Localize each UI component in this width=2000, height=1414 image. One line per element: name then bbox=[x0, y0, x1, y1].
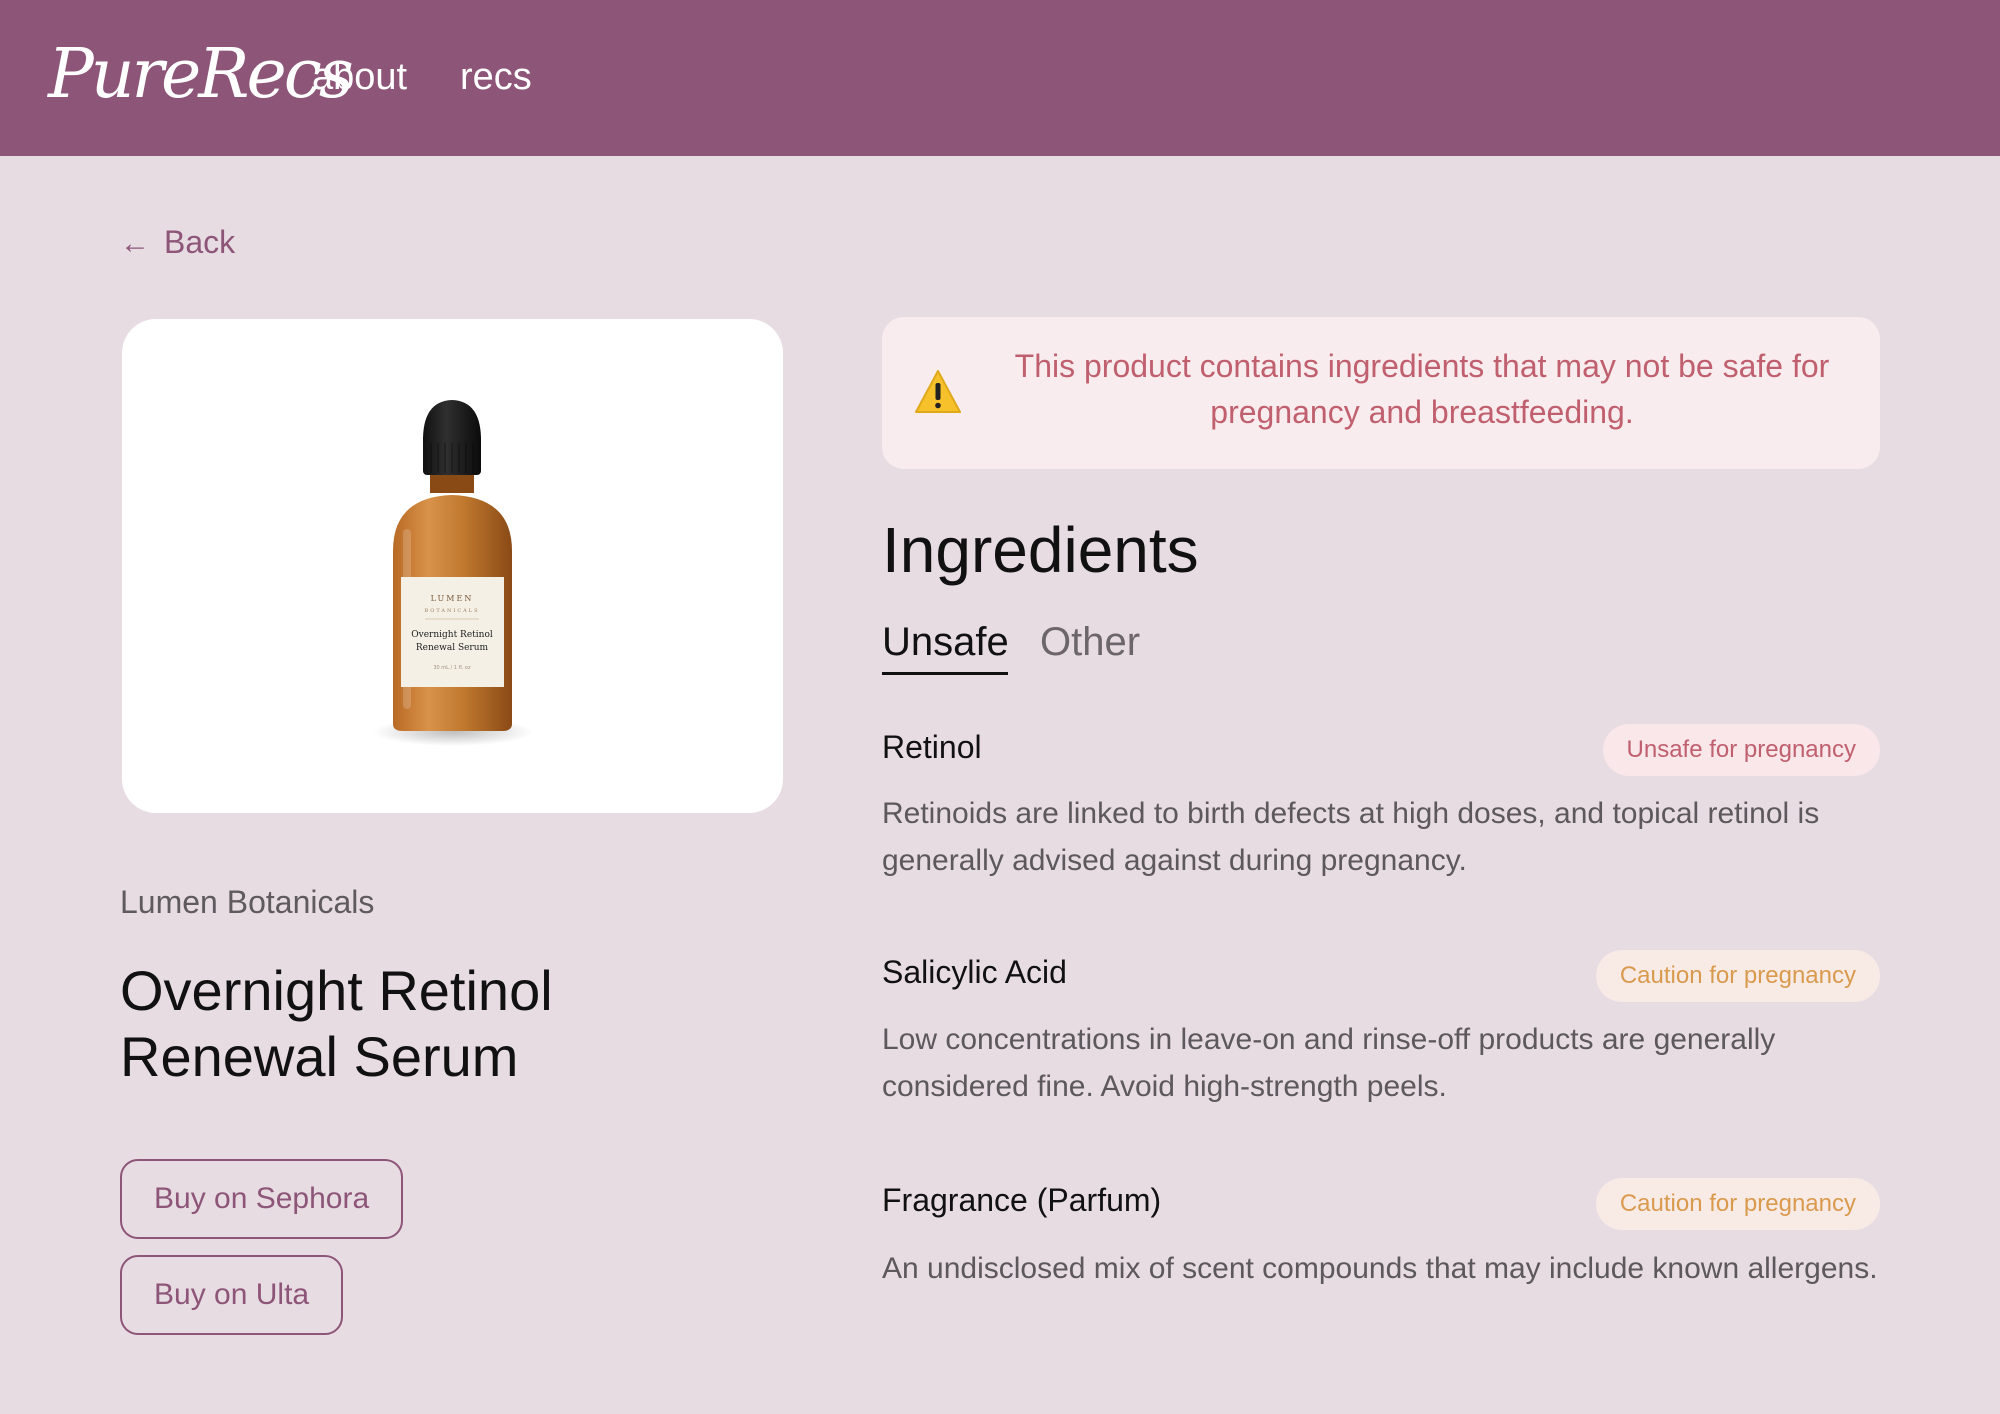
warning-text: This product contains ingredients that m… bbox=[1014, 348, 1830, 430]
nav-link-recs[interactable]: recs bbox=[460, 50, 532, 104]
status-badge-caution: Caution for pregnancy bbox=[1595, 1178, 1880, 1230]
ingredient-name-salicylic-acid: Salicylic Acid bbox=[882, 954, 1067, 990]
ingredient-name-fragrance: Fragrance (Parfum) bbox=[882, 1182, 1162, 1218]
tab-unsafe[interactable]: Unsafe bbox=[882, 612, 1009, 672]
logo[interactable]: PureRecs bbox=[48, 30, 354, 120]
status-badge-caution: Caution for pregnancy bbox=[1595, 950, 1880, 1002]
product-title: Overnight Retinol Renewal Serum bbox=[120, 959, 553, 1088]
label-name-line1: Overnight Retinol bbox=[411, 630, 493, 640]
ingredient-description-salicylic-acid: Low concentrations in leave-on and rinse… bbox=[882, 1023, 1776, 1103]
warning-icon bbox=[915, 370, 961, 413]
label-size: 30 mL / 1 fl. oz bbox=[433, 665, 471, 671]
back-link-label: Back bbox=[164, 224, 236, 260]
back-arrow-icon: ← bbox=[120, 227, 150, 260]
ingredients-heading: Ingredients bbox=[882, 514, 1199, 586]
nav-link-about[interactable]: about bbox=[312, 50, 407, 104]
ingredient-description-fragrance: An undisclosed mix of scent compounds th… bbox=[882, 1252, 1878, 1285]
label-brand-line2: BOTANICALS bbox=[424, 608, 479, 614]
product-image: LUMEN BOTANICALS Overnight Retinol Renew… bbox=[373, 400, 533, 746]
product-brand: Lumen Botanicals bbox=[120, 884, 375, 920]
ingredient-name-retinol: Retinol bbox=[882, 729, 982, 765]
top-navigation-bar: PureRecs about recs bbox=[0, 0, 2000, 156]
active-tab-indicator bbox=[882, 672, 1008, 675]
label-brand-line1: LUMEN bbox=[431, 594, 474, 603]
status-badge-unsafe: Unsafe for pregnancy bbox=[1602, 724, 1880, 776]
pregnancy-warning-banner: This product contains ingredients that m… bbox=[882, 317, 1880, 469]
product-image-card: LUMEN BOTANICALS Overnight Retinol Renew… bbox=[122, 319, 783, 813]
label-name-line2: Renewal Serum bbox=[416, 643, 489, 653]
buy-on-sephora-button[interactable]: Buy on Sephora bbox=[120, 1159, 404, 1239]
tab-other[interactable]: Other bbox=[1040, 612, 1140, 672]
ingredient-description-retinol: Retinoids are linked to birth defects at… bbox=[882, 797, 1820, 877]
back-link[interactable]: ← Back bbox=[120, 218, 235, 268]
bottle-cap-top bbox=[422, 400, 482, 443]
buy-on-ulta-button[interactable]: Buy on Ulta bbox=[120, 1255, 344, 1335]
